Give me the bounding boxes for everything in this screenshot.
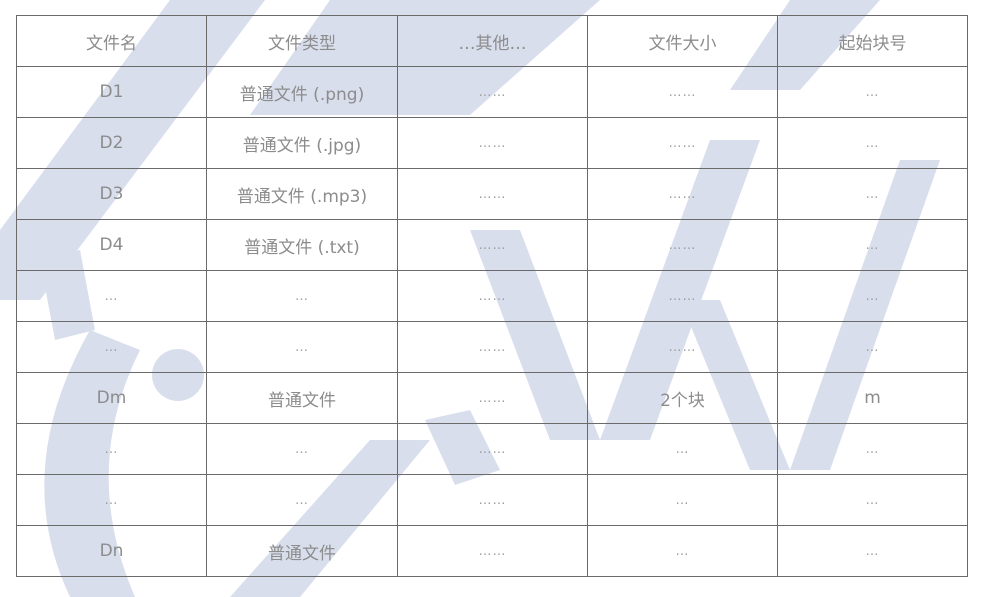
cell-start-block: … (777, 168, 968, 220)
cell-file-size: …… (587, 66, 778, 118)
cell-file-type: 普通文件 (206, 525, 398, 577)
table-row: D2 普通文件 (.jpg) …… …… … (16, 117, 968, 169)
table-row: … … …… …… … (16, 270, 968, 322)
cell-start-block: … (777, 423, 968, 475)
cell-start-block: … (777, 525, 968, 577)
cell-file-type: 普通文件 (.jpg) (206, 117, 398, 169)
cell-start-block: … (777, 117, 968, 169)
cell-file-type: … (206, 474, 398, 526)
cell-file-name: Dm (16, 372, 207, 424)
cell-file-name: D4 (16, 219, 207, 271)
cell-file-name: … (16, 270, 207, 322)
cell-start-block: m (777, 372, 968, 424)
cell-file-type: 普通文件 (206, 372, 398, 424)
cell-file-name: Dn (16, 525, 207, 577)
header-file-size: 文件大小 (587, 15, 778, 67)
cell-file-name: … (16, 474, 207, 526)
cell-other: …… (397, 474, 588, 526)
cell-file-size: … (587, 525, 778, 577)
cell-file-name: D2 (16, 117, 207, 169)
cell-other: …… (397, 321, 588, 373)
header-file-name: 文件名 (16, 15, 207, 67)
cell-other: …… (397, 117, 588, 169)
header-start-block: 起始块号 (777, 15, 968, 67)
cell-start-block: … (777, 66, 968, 118)
cell-file-name: … (16, 321, 207, 373)
cell-file-size: 2个块 (587, 372, 778, 424)
cell-file-size: …… (587, 270, 778, 322)
cell-start-block: … (777, 219, 968, 271)
header-other: …其他… (397, 15, 588, 67)
cell-file-name: D1 (16, 66, 207, 118)
cell-file-size: …… (587, 117, 778, 169)
table-row: … … …… … … (16, 474, 968, 526)
cell-start-block: … (777, 474, 968, 526)
header-file-type: 文件类型 (206, 15, 398, 67)
cell-other: …… (397, 525, 588, 577)
table-row: D4 普通文件 (.txt) …… …… … (16, 219, 968, 271)
cell-file-type: 普通文件 (.mp3) (206, 168, 398, 220)
cell-file-size: …… (587, 168, 778, 220)
cell-start-block: … (777, 270, 968, 322)
cell-file-size: …… (587, 321, 778, 373)
cell-file-type: … (206, 321, 398, 373)
cell-other: …… (397, 168, 588, 220)
cell-file-name: … (16, 423, 207, 475)
cell-start-block: … (777, 321, 968, 373)
cell-other: …… (397, 270, 588, 322)
cell-file-type: 普通文件 (.txt) (206, 219, 398, 271)
table-row: Dm 普通文件 …… 2个块 m (16, 372, 968, 424)
cell-file-type: 普通文件 (.png) (206, 66, 398, 118)
cell-file-size: … (587, 423, 778, 475)
file-allocation-table: 文件名 文件类型 …其他… 文件大小 起始块号 D1 普通文件 (.png) …… (16, 15, 968, 577)
table-row: D3 普通文件 (.mp3) …… …… … (16, 168, 968, 220)
table-header-row: 文件名 文件类型 …其他… 文件大小 起始块号 (16, 15, 968, 67)
table-row: D1 普通文件 (.png) …… …… … (16, 66, 968, 118)
cell-file-type: … (206, 423, 398, 475)
cell-file-size: …… (587, 219, 778, 271)
cell-file-size: … (587, 474, 778, 526)
cell-file-type: … (206, 270, 398, 322)
table-row: … … …… …… … (16, 321, 968, 373)
document-page: 文件名 文件类型 …其他… 文件大小 起始块号 D1 普通文件 (.png) …… (0, 0, 986, 597)
table-row: … … …… … … (16, 423, 968, 475)
cell-other: …… (397, 372, 588, 424)
cell-file-name: D3 (16, 168, 207, 220)
cell-other: …… (397, 219, 588, 271)
cell-other: …… (397, 423, 588, 475)
cell-other: …… (397, 66, 588, 118)
table-row: Dn 普通文件 …… … … (16, 525, 968, 577)
